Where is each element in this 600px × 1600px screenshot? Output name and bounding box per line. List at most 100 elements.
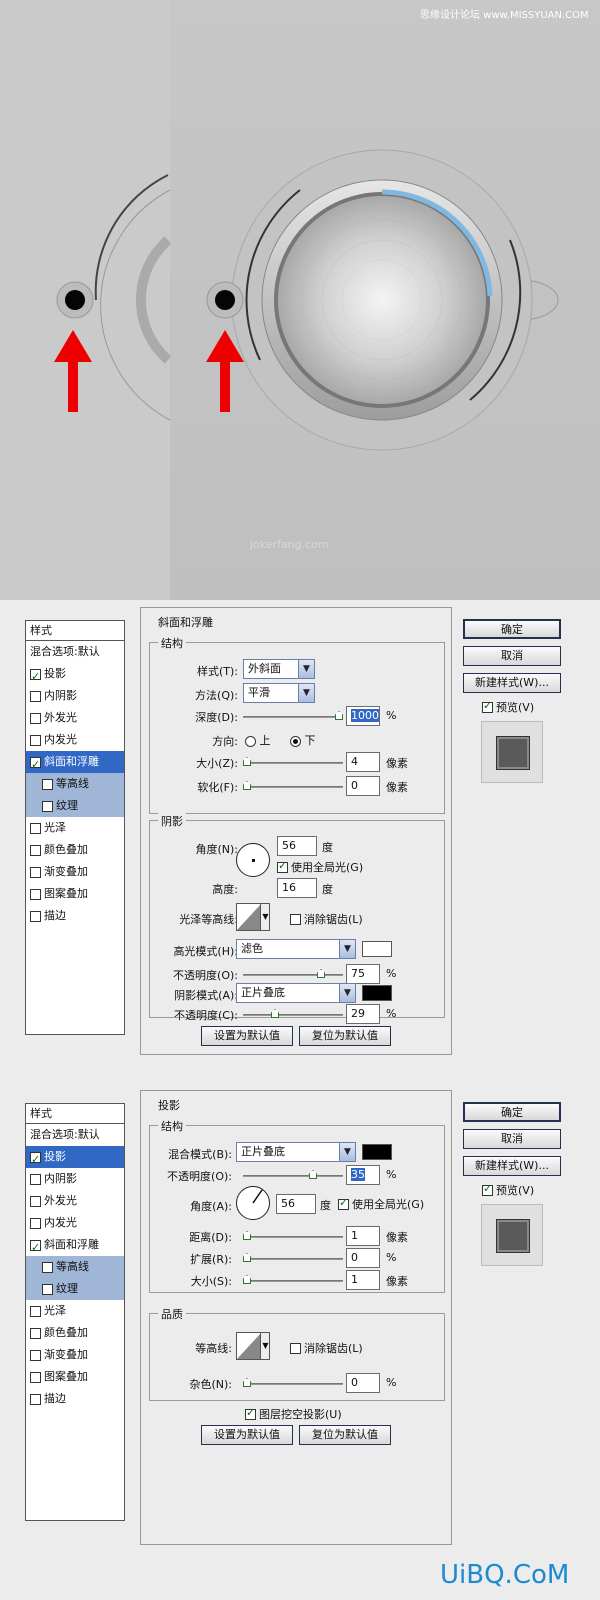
spread-slider[interactable] [243,1253,343,1262]
shadow-opacity-slider[interactable] [243,1009,343,1018]
make-default-button[interactable]: 设置为默认值 [201,1425,293,1445]
radio-up[interactable] [245,735,256,747]
ok-button[interactable]: 确定 [463,619,561,639]
new-style-button[interactable]: 新建样式(W)... [463,1156,561,1176]
style-list-item[interactable]: 渐变叠加 [26,1344,124,1366]
spread-thumb[interactable] [243,1253,251,1262]
style-checkbox[interactable] [30,690,41,702]
style-checkbox[interactable] [30,1371,41,1383]
size-thumb[interactable] [243,1275,251,1284]
highlight-color-swatch[interactable] [362,941,392,957]
style-checkbox[interactable] [30,1195,41,1207]
style-list-item[interactable]: 斜面和浮雕 [26,751,124,776]
method-select[interactable]: 平滑 ▼ [243,683,315,703]
style-list-item[interactable]: 颜色叠加 [26,1322,124,1344]
antialias-checkbox[interactable]: 消除锯齿(L) [290,1340,363,1356]
style-list-item[interactable]: 斜面和浮雕 [26,1234,124,1259]
style-list-item[interactable]: 图案叠加 [26,1366,124,1388]
opacity-slider[interactable] [243,1170,343,1179]
radio-down[interactable] [290,735,301,747]
antialias-check[interactable] [290,913,301,925]
reset-default-button[interactable]: 复位为默认值 [299,1425,391,1445]
highlight-opacity-thumb[interactable] [317,969,325,978]
shadow-opacity-thumb[interactable] [271,1009,279,1018]
style-list-item[interactable]: 混合选项:默认 [26,1124,124,1146]
global-light-checkbox[interactable]: 使用全局光(G) [277,859,363,875]
make-default-button[interactable]: 设置为默认值 [201,1026,293,1046]
depth-slider-thumb[interactable] [335,711,343,720]
angle-input[interactable]: 56 [277,836,317,856]
highlight-opacity-input[interactable]: 75 [346,964,380,984]
preview-checkbox[interactable]: 预览(V) [482,699,534,715]
antialias-check[interactable] [290,1342,301,1354]
size-slider[interactable] [243,1275,343,1284]
style-list-item[interactable]: 内阴影 [26,1168,124,1190]
style-checkbox[interactable] [30,910,41,922]
style-list-item[interactable]: 投影 [26,663,124,688]
antialias-checkbox[interactable]: 消除锯齿(L) [290,911,363,927]
style-list-item[interactable]: 外发光 [26,707,124,729]
size-input[interactable]: 1 [346,1270,380,1290]
style-checkbox[interactable] [42,1261,53,1273]
style-checkbox[interactable] [30,666,41,688]
style-checkbox[interactable] [30,1305,41,1317]
style-list-item[interactable]: 内发光 [26,1212,124,1234]
style-checkbox[interactable] [30,1237,41,1259]
highlight-opacity-slider[interactable] [243,969,343,978]
style-list-item[interactable]: 图案叠加 [26,883,124,905]
size-slider[interactable] [243,757,343,766]
style-list-item[interactable]: 内阴影 [26,685,124,707]
depth-slider[interactable] [243,711,343,720]
noise-thumb[interactable] [243,1378,251,1387]
direction-down-option[interactable]: 下 [290,732,316,748]
style-checkbox[interactable] [30,1173,41,1185]
global-light-checkbox[interactable]: 使用全局光(G) [338,1196,424,1212]
style-checkbox[interactable] [30,1349,41,1361]
reset-default-button[interactable]: 复位为默认值 [299,1026,391,1046]
style-list-item[interactable]: 渐变叠加 [26,861,124,883]
style-list-item[interactable]: 混合选项:默认 [26,641,124,663]
style-checkbox[interactable] [30,734,41,746]
style-list-item[interactable]: 纹理 [26,1278,124,1300]
depth-input[interactable]: 1000 [346,706,380,726]
knockout-checkbox[interactable]: 图层挖空投影(U) [245,1406,342,1422]
soften-slider[interactable] [243,781,343,790]
style-checkbox[interactable] [30,888,41,900]
gloss-contour-picker[interactable]: ▼ [236,903,270,931]
global-light-check[interactable] [277,859,288,873]
spread-input[interactable]: 0 [346,1248,380,1268]
shadow-opacity-input[interactable]: 29 [346,1004,380,1024]
preview-check[interactable] [482,1182,493,1196]
soften-input[interactable]: 0 [346,776,380,796]
style-checkbox[interactable] [42,1283,53,1295]
style-checkbox[interactable] [42,800,53,812]
style-checkbox[interactable] [30,1149,41,1171]
new-style-button[interactable]: 新建样式(W)... [463,673,561,693]
noise-slider[interactable] [243,1378,343,1387]
style-checkbox[interactable] [30,1327,41,1339]
style-checkbox[interactable] [30,712,41,724]
style-checkbox[interactable] [30,1217,41,1229]
style-checkbox[interactable] [30,844,41,856]
shadow-color-swatch[interactable] [362,985,392,1001]
size-input[interactable]: 4 [346,752,380,772]
size-slider-thumb[interactable] [243,757,251,766]
style-checkbox[interactable] [30,866,41,878]
style-checkbox[interactable] [42,778,53,790]
style-list-item[interactable]: 投影 [26,1146,124,1171]
style-list-item[interactable]: 等高线 [26,773,124,795]
opacity-input[interactable]: 35 [346,1165,380,1185]
cancel-button[interactable]: 取消 [463,1129,561,1149]
ok-button[interactable]: 确定 [463,1102,561,1122]
global-light-check[interactable] [338,1196,349,1210]
distance-input[interactable]: 1 [346,1226,380,1246]
contour-picker[interactable]: ▼ [236,1332,270,1360]
style-list-item[interactable]: 描边 [26,905,124,927]
blend-mode-select[interactable]: 正片叠底 ▼ [236,1142,356,1162]
style-checkbox[interactable] [30,1393,41,1405]
preview-checkbox[interactable]: 预览(V) [482,1182,534,1198]
angle-dial[interactable] [236,1186,270,1220]
style-list-item[interactable]: 内发光 [26,729,124,751]
shadow-mode-select[interactable]: 正片叠底 ▼ [236,983,356,1003]
distance-thumb[interactable] [243,1231,251,1240]
